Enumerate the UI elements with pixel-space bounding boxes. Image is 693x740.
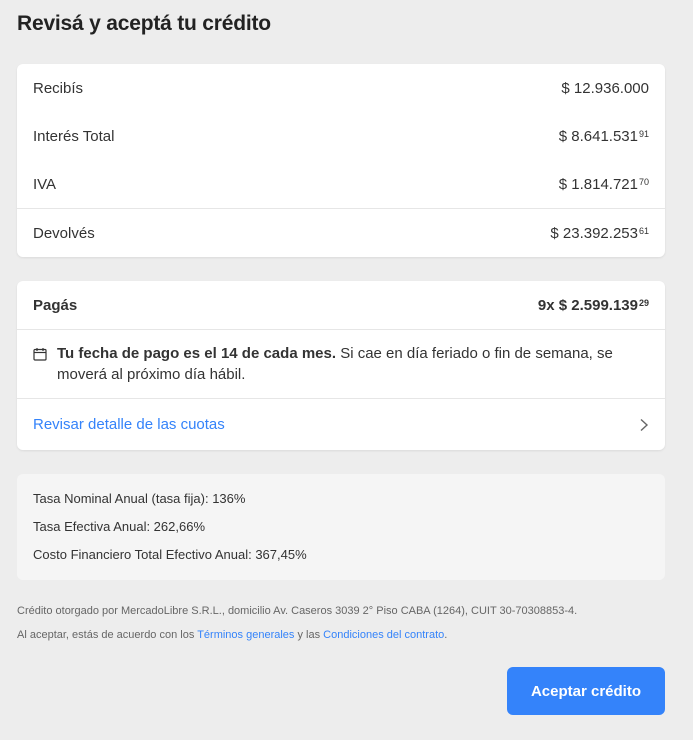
payment-date-day: 14 [220, 345, 238, 362]
installments-detail-label: Revisar detalle de las cuotas [33, 416, 225, 433]
calendar-icon [33, 348, 47, 361]
repay-amount-value: $ 23.392.253 [550, 224, 638, 242]
received-amount: $ 12.936.000 [561, 80, 649, 97]
received-amount-value: $ 12.936.000 [561, 79, 649, 97]
lender-info: Crédito otorgado por MercadoLibre S.R.L.… [17, 605, 578, 617]
conditions-link[interactable]: Condiciones del contrato [323, 629, 444, 641]
loan-summary-card: Recibís $ 12.936.000 Interés Total $ 8.6… [17, 64, 665, 257]
iva-label: IVA [33, 175, 57, 193]
iva-amount: $ 1.814.721 70 [559, 176, 649, 193]
payment-date-prefix: Tu fecha de pago es el [57, 345, 217, 362]
acceptance-and: y las [297, 629, 321, 641]
repay-row: Devolvés $ 23.392.253 61 [17, 209, 665, 257]
acceptance-prefix: Al aceptar, estás de acuerdo con los [17, 629, 195, 641]
rates-card: Tasa Nominal Anual (tasa fija): 136% Tas… [17, 474, 665, 580]
repay-amount-cents: 61 [638, 225, 649, 236]
payment-amount-value: 9x $ 2.599.139 [537, 296, 638, 314]
received-row: Recibís $ 12.936.000 [17, 64, 665, 112]
iva-amount-value: $ 1.814.721 [558, 175, 638, 193]
chevron-right-icon [640, 418, 649, 431]
acceptance-end: . [444, 629, 448, 641]
payment-date-suffix: de cada mes. [241, 345, 337, 362]
rate-cftea: Costo Financiero Total Efectivo Anual: 3… [33, 547, 307, 562]
interest-amount-value: $ 8.641.531 [558, 127, 638, 145]
iva-row: IVA $ 1.814.721 70 [17, 160, 665, 208]
interest-amount: $ 8.641.531 91 [559, 128, 649, 145]
payment-card: Pagás 9x $ 2.599.139 29 Tu fecha de pago … [17, 281, 665, 450]
repay-label: Devolvés [33, 224, 95, 242]
payment-divider-top [17, 329, 665, 330]
payment-amount: 9x $ 2.599.139 29 [538, 297, 649, 314]
page-title: Revisá y aceptá tu crédito [17, 12, 271, 35]
payment-row: Pagás 9x $ 2.599.139 29 [17, 281, 665, 329]
received-label: Recibís [33, 79, 84, 97]
interest-amount-cents: 91 [638, 128, 649, 139]
rate-tea: Tasa Efectiva Anual: 262,66% [33, 519, 206, 534]
rate-tna: Tasa Nominal Anual (tasa fija): 136% [33, 491, 246, 506]
iva-amount-cents: 70 [638, 176, 649, 187]
terms-link[interactable]: Términos generales [197, 629, 294, 641]
interest-row: Interés Total $ 8.641.531 91 [17, 112, 665, 160]
payment-amount-cents: 29 [638, 297, 649, 308]
acceptance-note: Al aceptar, estás de acuerdo con los Tér… [17, 629, 447, 641]
accept-credit-button[interactable]: Aceptar crédito [507, 667, 665, 715]
installments-detail-link[interactable]: Revisar detalle de las cuotas [17, 399, 665, 450]
payment-label: Pagás [33, 296, 78, 314]
payment-date-info: Tu fecha de pago es el 14 de cada mes. S… [33, 343, 649, 385]
interest-label: Interés Total [33, 127, 115, 145]
repay-amount: $ 23.392.253 61 [550, 225, 649, 242]
payment-date-text: Tu fecha de pago es el 14 de cada mes. S… [57, 343, 649, 385]
